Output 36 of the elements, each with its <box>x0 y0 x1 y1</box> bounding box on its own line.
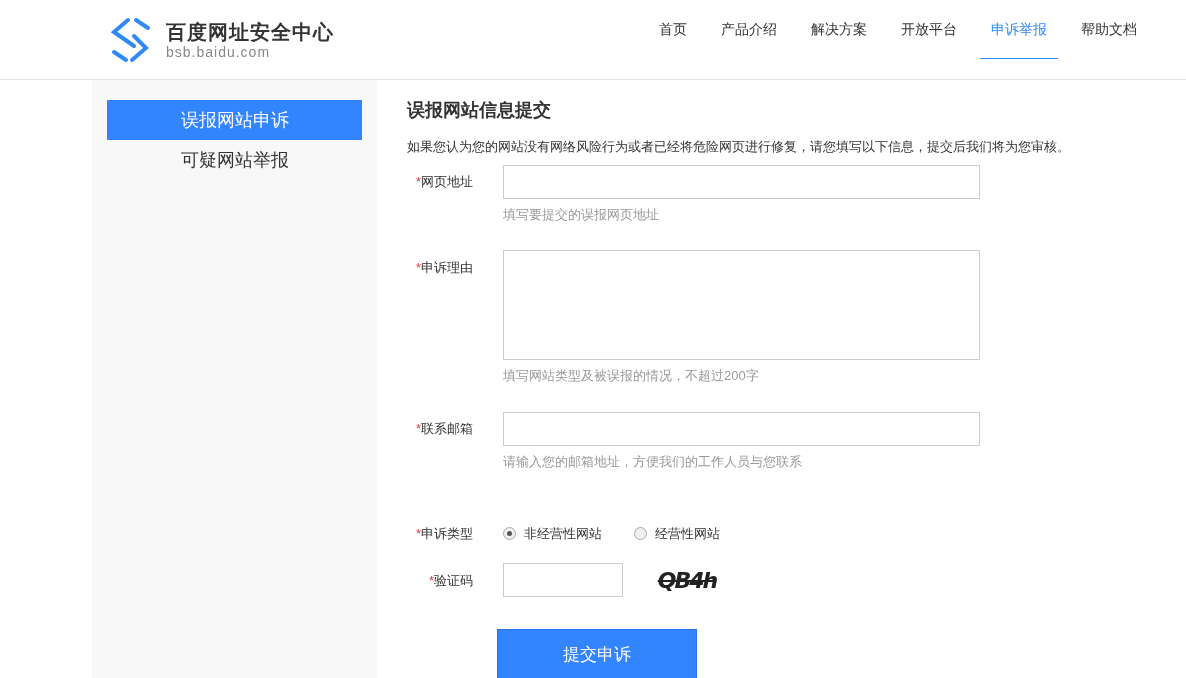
nav-link[interactable]: 解决方案 <box>800 0 878 59</box>
nav-link[interactable]: 首页 <box>648 0 698 59</box>
submit-button[interactable]: 提交申诉 <box>497 629 697 678</box>
logo-subtitle: bsb.baidu.com <box>166 43 272 60</box>
field-label: 申诉类型 <box>421 524 473 543</box>
nav-link[interactable]: 开放平台 <box>890 0 968 59</box>
logo-icon <box>110 15 152 64</box>
captcha-image[interactable]: QB4h <box>641 563 733 598</box>
captcha-input[interactable] <box>503 563 623 598</box>
field-label: 联系邮箱 <box>421 420 473 438</box>
form-title: 误报网站信息提交 <box>407 99 552 122</box>
radio-label: 经营性网站 <box>655 524 720 543</box>
required-asterisk: * <box>428 571 434 590</box>
nav-link[interactable]: 申诉举报 <box>980 0 1058 59</box>
nav-link[interactable]: 帮助文档 <box>1070 0 1148 59</box>
field-label: 申诉理由 <box>421 259 473 278</box>
field-label: 验证码 <box>434 571 473 590</box>
field-hint: 填写要提交的误报网页地址 <box>503 205 660 224</box>
textarea-field[interactable] <box>503 250 980 361</box>
radio-button[interactable] <box>503 526 516 540</box>
field-label: 网页地址 <box>421 173 473 191</box>
required-asterisk: * <box>415 420 421 438</box>
nav-link[interactable]: 产品介绍 <box>710 0 788 59</box>
input-field[interactable] <box>503 411 980 446</box>
field-hint: 请输入您的邮箱地址，方便我们的工作人员与您联系 <box>503 452 803 471</box>
radio-label: 非经营性网站 <box>524 524 602 543</box>
sidebar-item[interactable]: 误报网站申诉 <box>107 100 362 140</box>
field-hint: 填写网站类型及被误报的情况，不超过200字 <box>503 367 760 386</box>
sidebar-item[interactable]: 可疑网站举报 <box>107 140 362 180</box>
intro-text: 如果您认为您的网站没有网络风险行为或者已经将危险网页进行修复，请您填写以下信息，提交后我们将为您审核。 <box>407 139 1071 156</box>
required-asterisk: * <box>415 259 421 278</box>
logo-title: 百度网址安全中心 <box>166 19 334 44</box>
radio-button[interactable] <box>634 526 647 540</box>
input-field[interactable] <box>503 164 980 199</box>
required-asterisk: * <box>415 173 421 191</box>
required-asterisk: * <box>415 524 421 543</box>
